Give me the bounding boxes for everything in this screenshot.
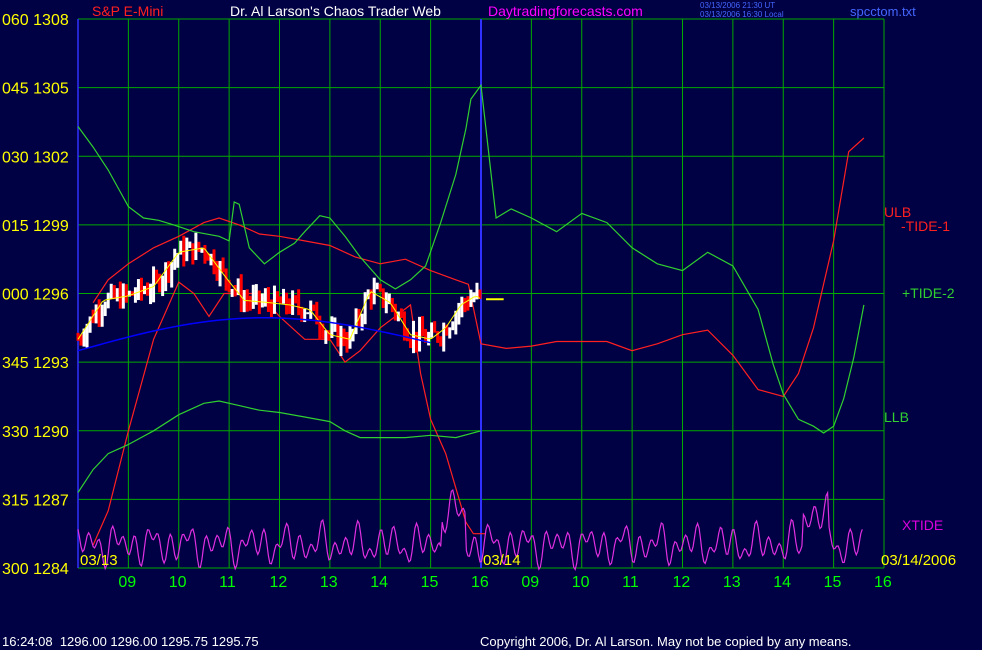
copyright: Copyright 2006, Dr. Al Larson. May not b… bbox=[480, 634, 851, 649]
series-label: +TIDE-2 bbox=[902, 285, 955, 301]
site-link[interactable]: Daytradingforecasts.com bbox=[488, 3, 643, 19]
quote-line: 16:24:08 1296.00 1296.00 1295.75 1295.75 bbox=[2, 634, 259, 649]
x-tick-label: 14 bbox=[370, 574, 388, 591]
y-tick-label: 060 1308 bbox=[2, 12, 69, 29]
stamp-ut: 03/13/2006 21:30 UT bbox=[700, 1, 775, 10]
y-tick-label: 300 1284 bbox=[2, 561, 69, 578]
file-name: spcctom.txt bbox=[850, 4, 916, 19]
x-tick-label: 14 bbox=[773, 574, 791, 591]
stamp-local: 03/13/2006 16:30 Local bbox=[700, 10, 784, 19]
y-tick-label: 045 1305 bbox=[2, 81, 69, 98]
x-tick-label: 16 bbox=[874, 574, 892, 591]
series-label: LLB bbox=[884, 409, 909, 425]
x-tick-label: 10 bbox=[169, 574, 187, 591]
series-label: XTIDE bbox=[902, 517, 943, 533]
x-tick-label: 12 bbox=[270, 574, 288, 591]
x-tick-label: 16 bbox=[471, 574, 489, 591]
x-tick-label: 13 bbox=[723, 574, 741, 591]
x-tick-label: 15 bbox=[824, 574, 842, 591]
x-tick-label: 11 bbox=[219, 574, 236, 591]
x-tick-label: 09 bbox=[521, 574, 539, 591]
chart-title: Dr. Al Larson's Chaos Trader Web bbox=[230, 3, 441, 19]
series-label: -TIDE-1 bbox=[901, 218, 950, 234]
x-tick-label: 13 bbox=[320, 574, 338, 591]
y-tick-label: 000 1296 bbox=[2, 287, 69, 304]
symbol-label: S&P E-Mini bbox=[92, 3, 163, 19]
y-tick-label: 030 1302 bbox=[2, 149, 69, 166]
date-label: 03/14/2006 bbox=[881, 552, 956, 569]
y-tick-label: 315 1287 bbox=[2, 492, 69, 509]
chart: 300 1284 315 1287 330 1290 345 1293 000 1296… bbox=[0, 0, 982, 650]
x-tick-label: 11 bbox=[622, 574, 639, 591]
y-tick-label: 345 1293 bbox=[2, 355, 69, 372]
date-label: 03/13 bbox=[80, 552, 118, 569]
x-tick-label: 09 bbox=[118, 574, 136, 591]
x-tick-label: 12 bbox=[673, 574, 691, 591]
x-tick-label: 10 bbox=[572, 574, 590, 591]
x-tick-label: 15 bbox=[421, 574, 439, 591]
date-label: 03/14 bbox=[483, 552, 521, 569]
y-tick-label: 330 1290 bbox=[2, 424, 69, 441]
y-tick-label: 015 1299 bbox=[2, 218, 69, 235]
